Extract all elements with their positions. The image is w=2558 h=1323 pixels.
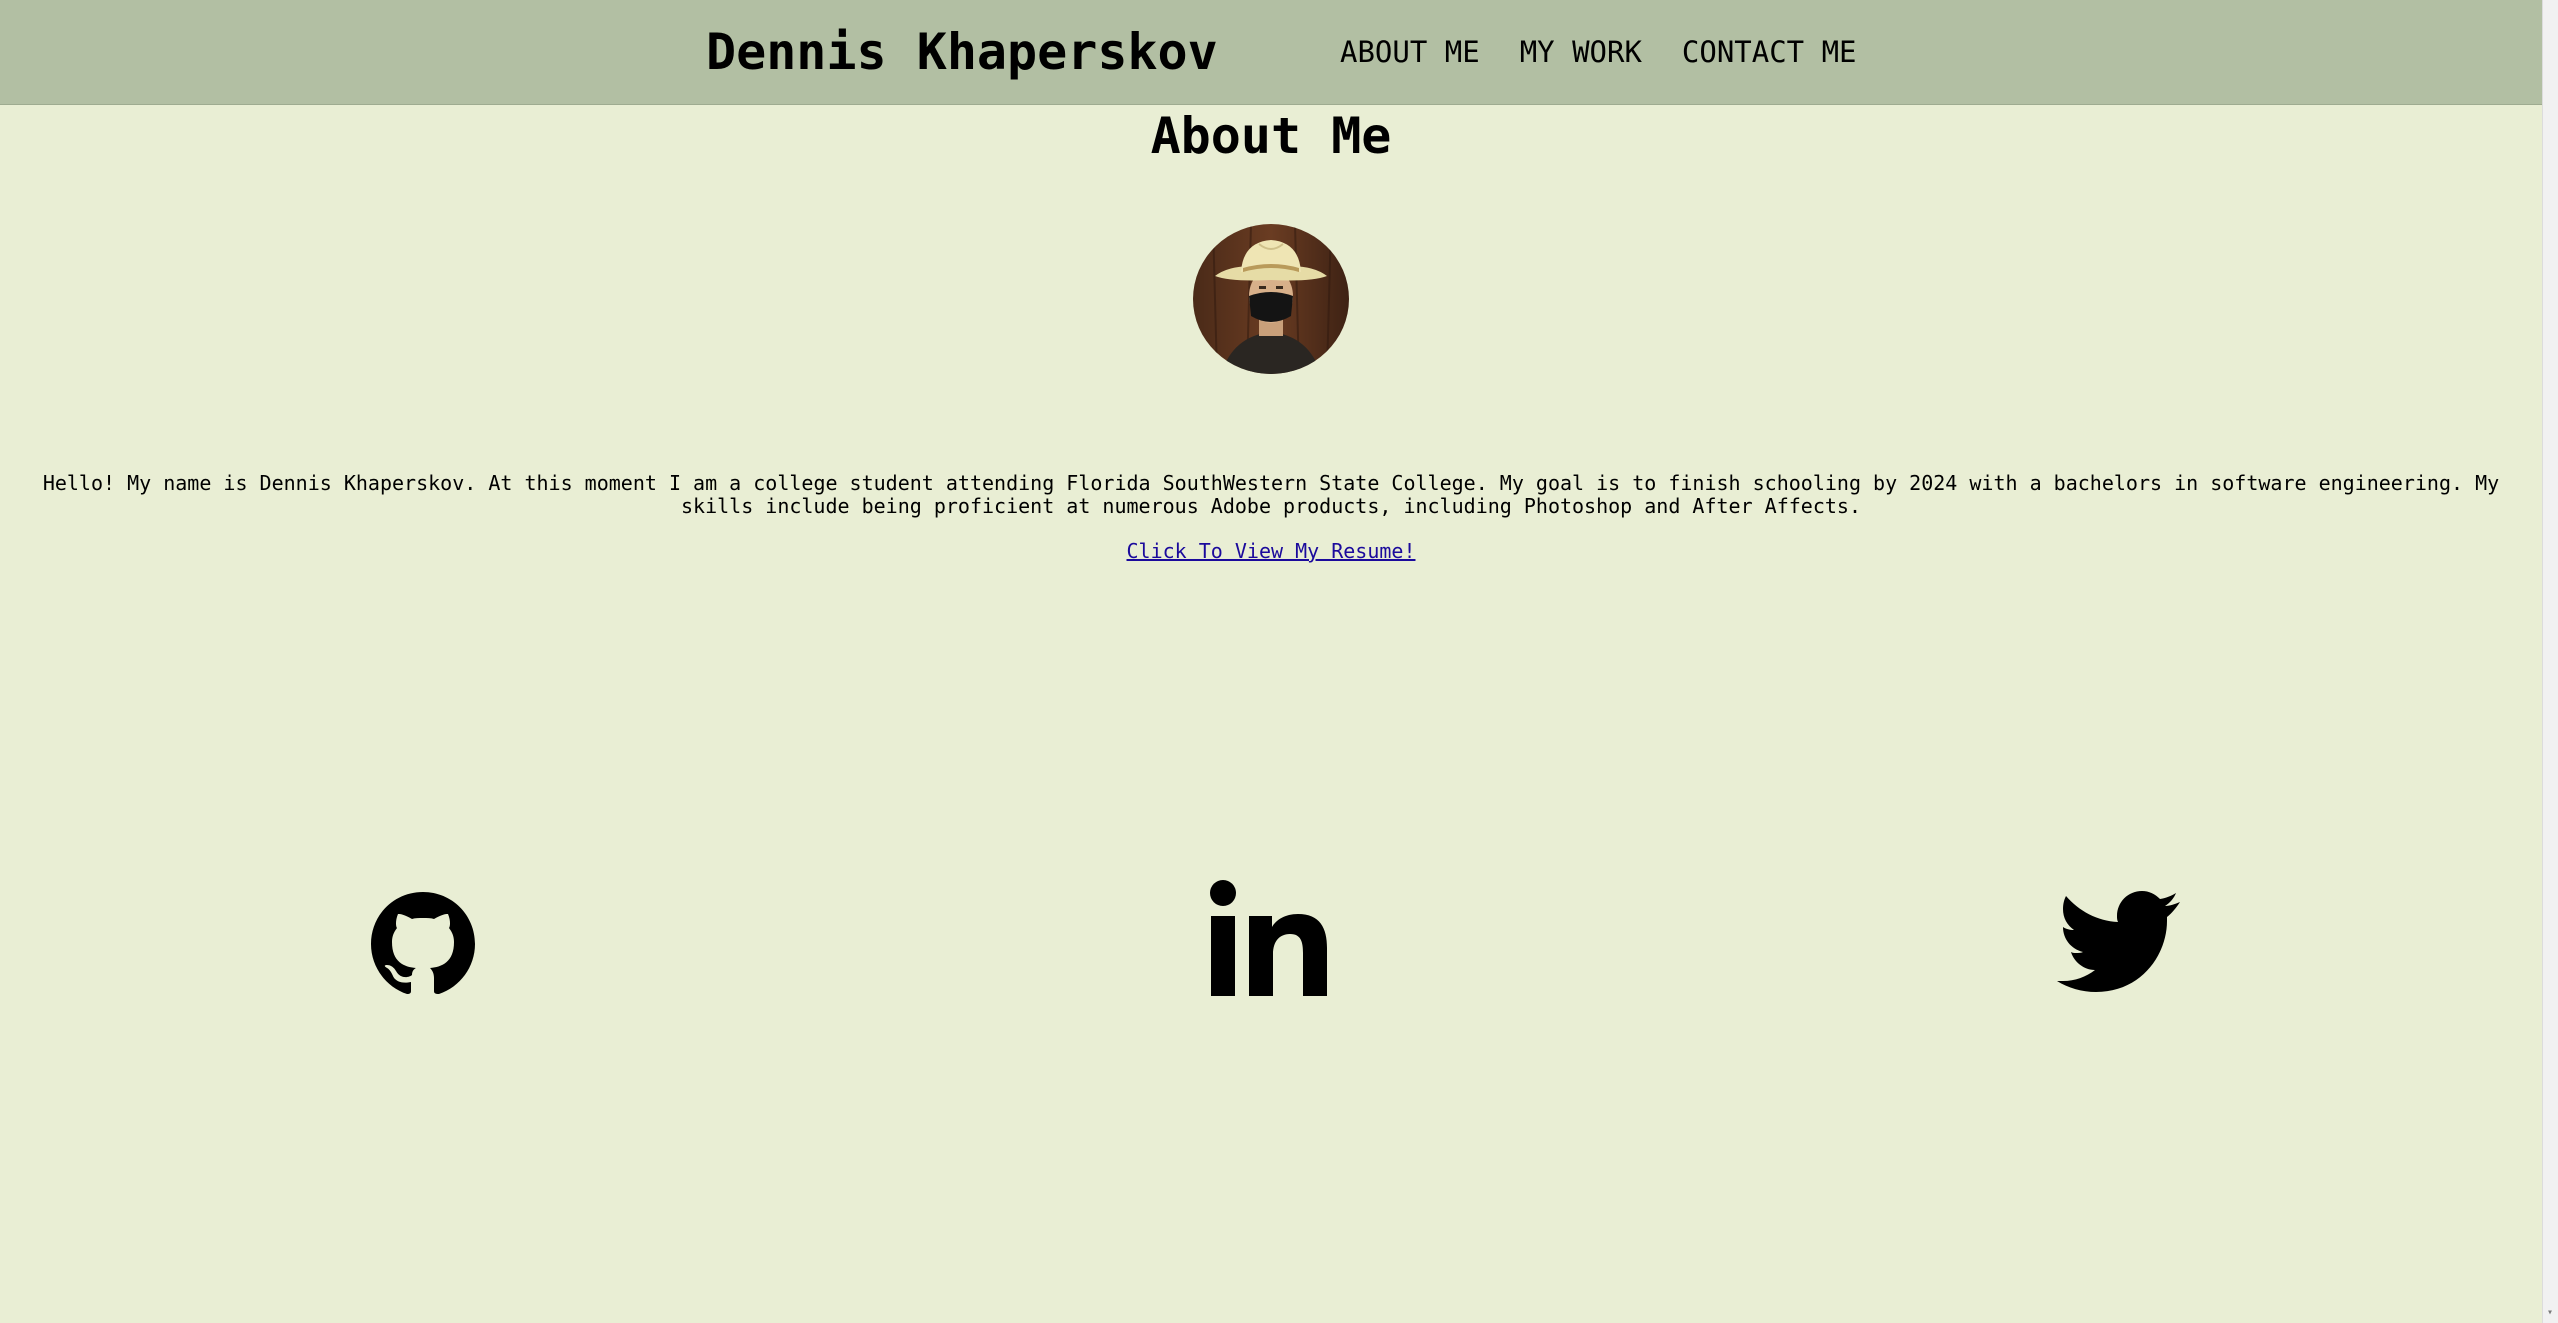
github-link[interactable] <box>357 880 489 1004</box>
github-icon <box>371 892 475 994</box>
linkedin-link[interactable] <box>1205 880 1337 1004</box>
avatar <box>1193 224 1349 374</box>
page-title: About Me <box>1150 107 1392 165</box>
nav-about-me[interactable]: ABOUT ME <box>1340 30 1480 74</box>
site-brand[interactable]: Dennis Khaperskov <box>706 18 1218 86</box>
avatar-photo <box>1193 224 1349 374</box>
main-nav: ABOUT ME MY WORK CONTACT ME <box>1340 30 1857 74</box>
resume-link-container: Click To View My Resume! <box>0 538 2542 564</box>
nav-contact-me[interactable]: CONTACT ME <box>1682 30 1857 74</box>
resume-link[interactable]: Click To View My Resume! <box>1127 539 1416 563</box>
linkedin-icon <box>1210 880 1327 996</box>
scroll-down-icon[interactable]: ▾ <box>2544 1307 2556 1319</box>
site-header: Dennis Khaperskov ABOUT ME MY WORK CONTA… <box>0 0 2542 105</box>
vertical-scrollbar[interactable] <box>2542 0 2558 1323</box>
twitter-link[interactable] <box>2052 880 2184 1004</box>
twitter-icon <box>2057 891 2180 992</box>
bio-text: Hello! My name is Dennis Khaperskov. At … <box>42 471 2500 518</box>
nav-my-work[interactable]: MY WORK <box>1520 30 1642 74</box>
